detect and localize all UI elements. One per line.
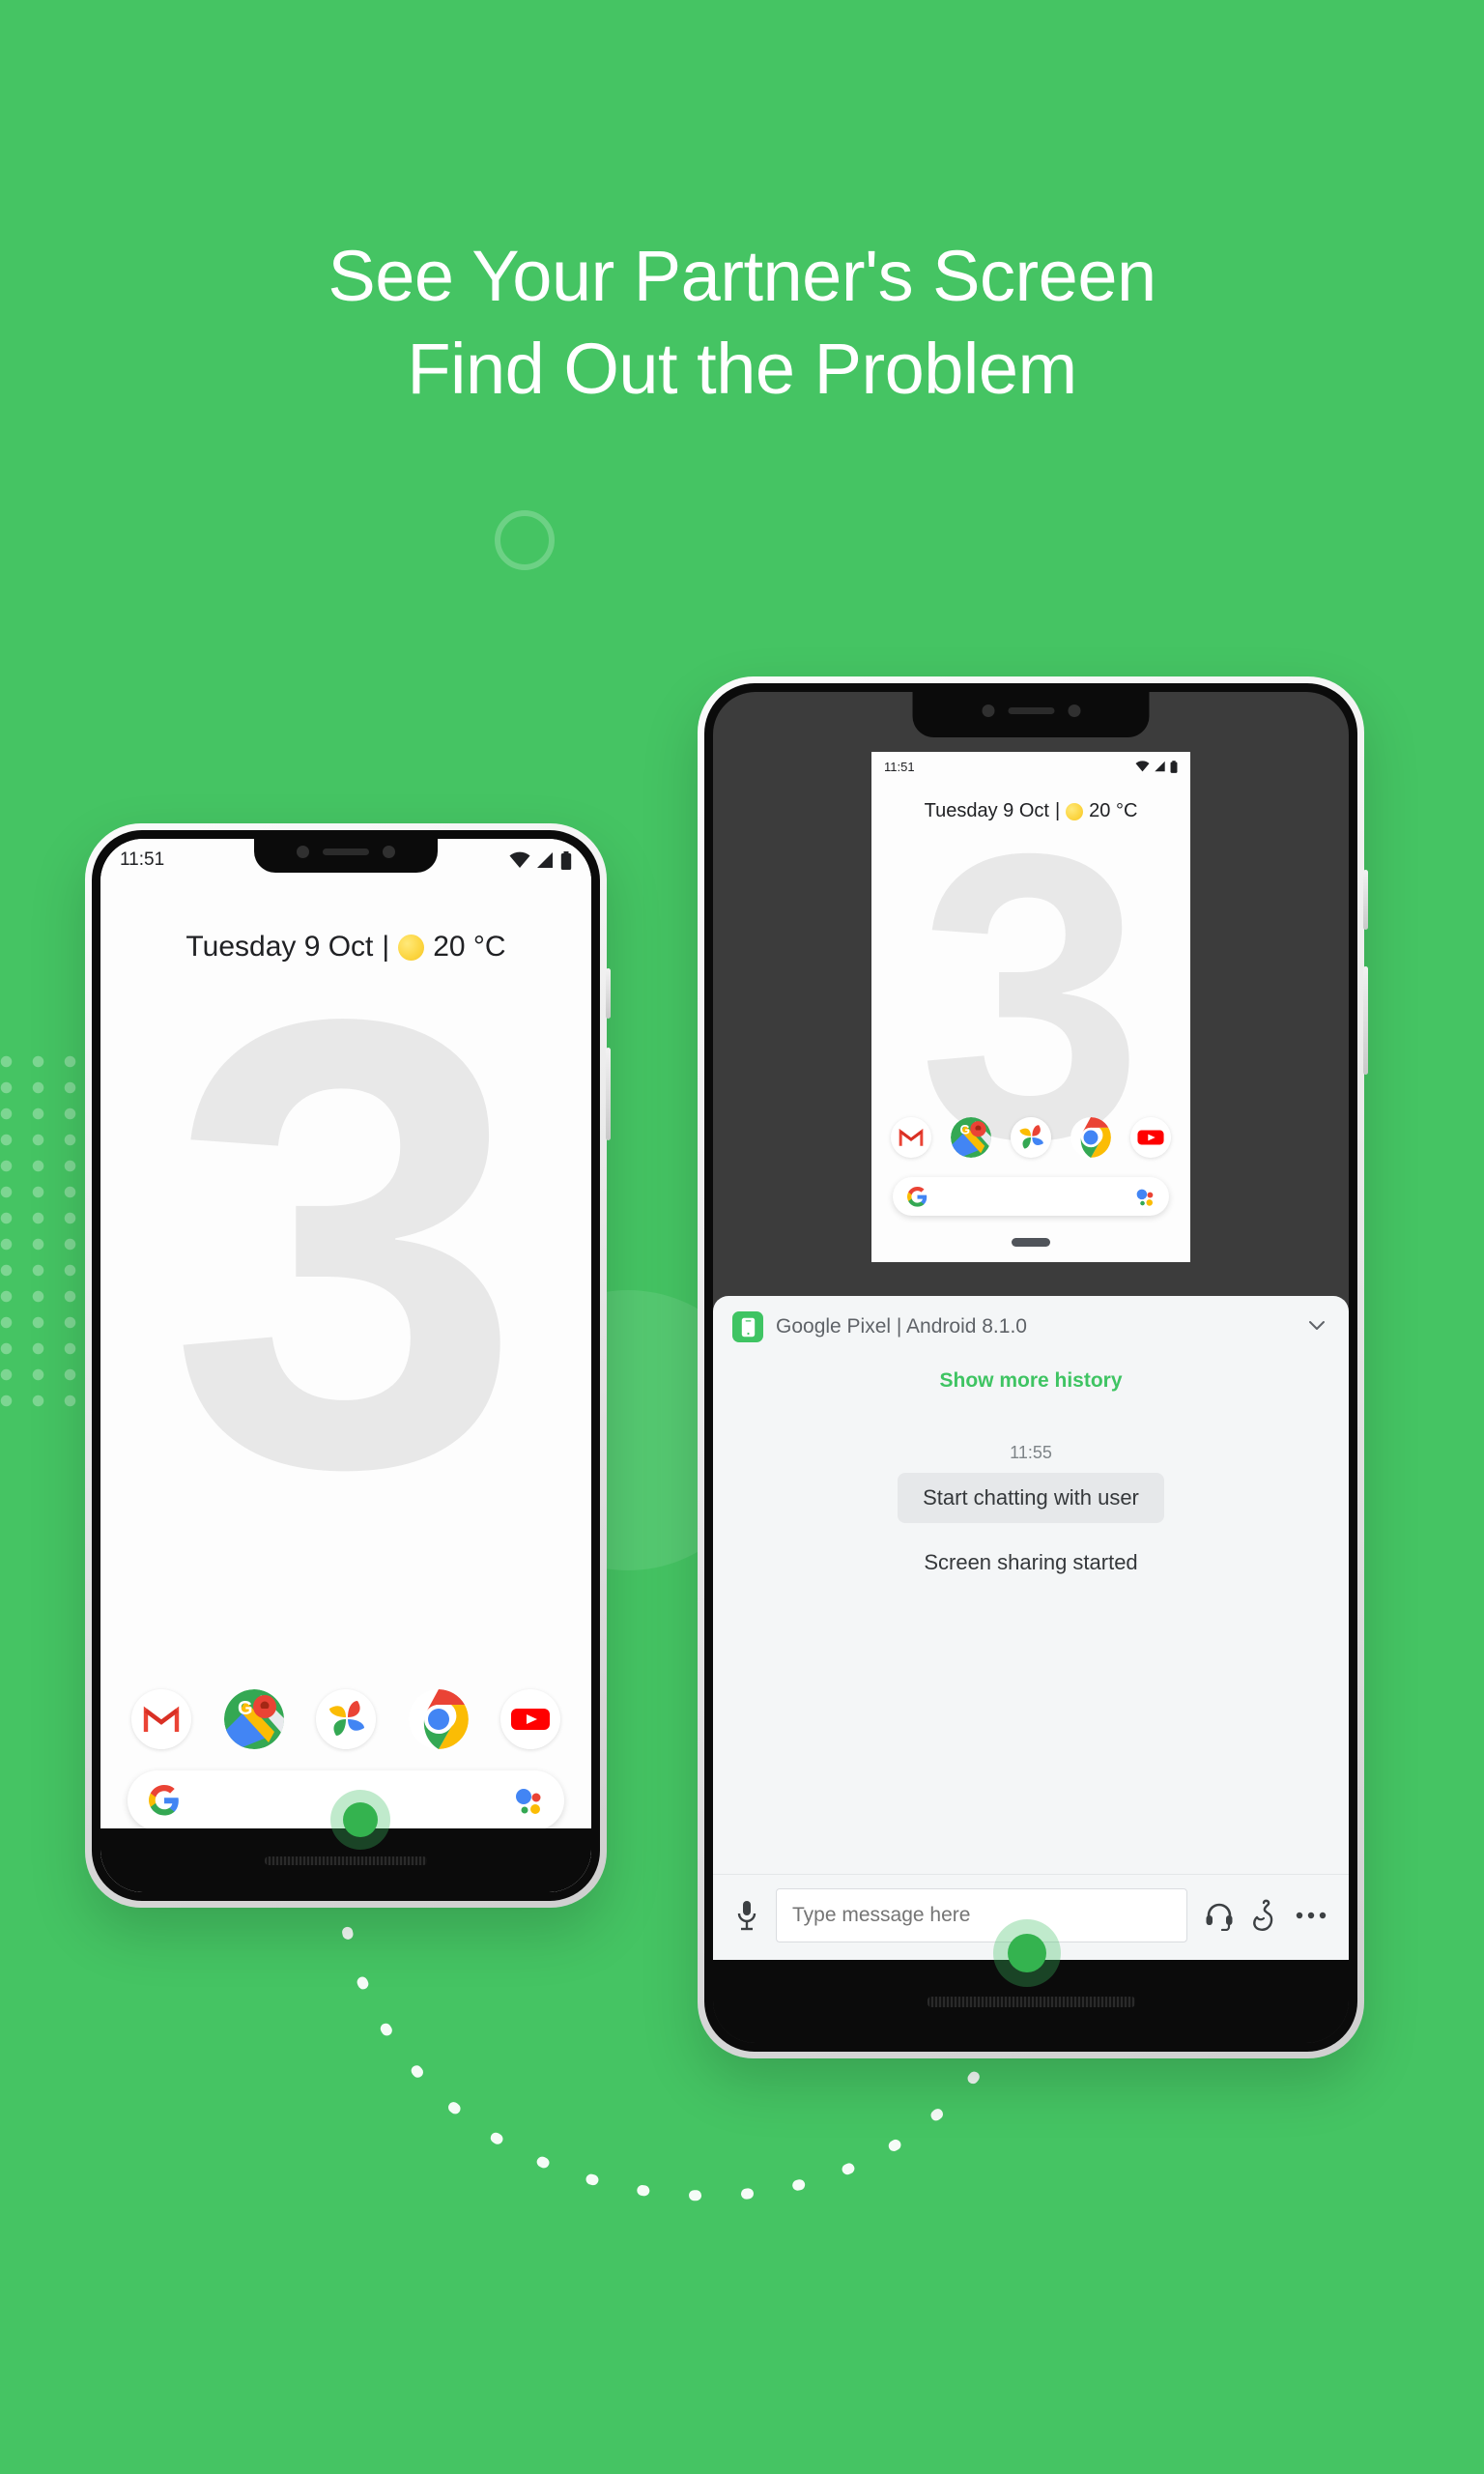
gmail-icon[interactable] (131, 1689, 191, 1749)
weather-separator-mirror: | (1054, 800, 1061, 821)
maps-icon[interactable]: G (951, 1117, 991, 1158)
wallpaper-numeral-mirror: 3 (918, 770, 1144, 1223)
ring-decoration (495, 510, 555, 570)
sun-icon (398, 934, 425, 961)
phone-left-device: 3 11:51 Tuesday 9 Oct | 20 °C G (85, 823, 611, 1908)
notch-left-phone (254, 830, 438, 873)
chevron-down-icon[interactable] (1304, 1312, 1329, 1342)
power-button-right-phone[interactable] (1363, 870, 1368, 930)
photos-icon[interactable] (316, 1689, 376, 1749)
touch-indicator-right (993, 1919, 1061, 1987)
chat-panel: Google Pixel | Android 8.1.0 Show more h… (713, 1296, 1349, 1960)
google-g-icon (149, 1785, 179, 1816)
earpiece-speaker-icon (1008, 706, 1054, 714)
hand-gesture-icon[interactable] (1251, 1899, 1278, 1932)
chrome-icon[interactable] (1070, 1117, 1111, 1158)
wifi-icon (1135, 761, 1150, 772)
wifi-icon (509, 851, 530, 868)
phone-right-bezel: 3 11:51 Tuesday 9 Oct | 20 °C G Google P… (704, 683, 1357, 2052)
google-search-bar-mirror[interactable] (893, 1177, 1169, 1216)
status-time-left: 11:51 (120, 849, 165, 870)
weather-date-mirror: Tuesday 9 Oct (924, 800, 1049, 821)
front-camera-secondary-icon (1068, 704, 1080, 717)
microphone-icon[interactable] (734, 1899, 759, 1932)
volume-button-right-phone[interactable] (1363, 966, 1368, 1075)
message-input[interactable] (776, 1888, 1187, 1942)
show-more-history-link[interactable]: Show more history (939, 1369, 1122, 1393)
mirrored-partner-screen: 3 11:51 Tuesday 9 Oct | 20 °C G (871, 752, 1190, 1262)
weather-separator-left: | (382, 931, 390, 963)
speaker-grille-left (265, 1856, 427, 1865)
app-dock-mirror: G (871, 1117, 1190, 1158)
status-icons-left (509, 850, 572, 870)
chat-timestamp: 11:55 (1010, 1443, 1052, 1462)
google-assistant-icon (516, 1789, 541, 1814)
battery-icon (1170, 760, 1178, 773)
power-button-left-phone[interactable] (606, 968, 611, 1019)
home-indicator-mirror[interactable] (1012, 1238, 1050, 1247)
status-time-mirror: 11:51 (884, 759, 915, 774)
chat-message-bubble[interactable]: Start chatting with user (898, 1473, 1164, 1523)
chat-device-label: Google Pixel | Android 8.1.0 (776, 1315, 1027, 1338)
signal-icon (537, 852, 553, 868)
sun-icon (1066, 802, 1084, 820)
chat-status-message: Screen sharing started (924, 1550, 1138, 1574)
chat-header: Google Pixel | Android 8.1.0 (713, 1296, 1349, 1352)
chat-message-list: Show more history 11:55 Start chatting w… (713, 1352, 1349, 1874)
app-dock-left: G (100, 1689, 591, 1749)
notch-right-phone (912, 683, 1150, 737)
android-home-screen-mirror: 3 11:51 Tuesday 9 Oct | 20 °C G (871, 752, 1190, 1262)
google-assistant-icon (1136, 1189, 1154, 1206)
front-camera-secondary-icon (383, 845, 395, 858)
headline-line-1: See Your Partner's Screen (328, 236, 1156, 316)
front-camera-icon (982, 704, 994, 717)
speaker-grille-right (927, 1996, 1135, 2007)
volume-button-left-phone[interactable] (606, 1048, 611, 1140)
headline-line-2: Find Out the Problem (407, 329, 1077, 410)
chrome-icon[interactable] (408, 1689, 469, 1749)
weather-widget-mirror: Tuesday 9 Oct | 20 °C (871, 800, 1190, 822)
weather-temperature-mirror: 20 °C (1089, 800, 1138, 821)
weather-date-left: Tuesday 9 Oct (186, 931, 374, 963)
maps-icon[interactable]: G (223, 1689, 284, 1749)
svg-text:G: G (238, 1698, 253, 1719)
android-home-screen-left: 3 11:51 Tuesday 9 Oct | 20 °C G (100, 839, 591, 1892)
earpiece-speaker-icon (323, 848, 369, 855)
youtube-icon[interactable] (1130, 1117, 1171, 1158)
youtube-icon[interactable] (500, 1689, 560, 1749)
google-g-icon (907, 1186, 928, 1207)
status-icons-mirror (1135, 760, 1178, 773)
phone-left-screen: 3 11:51 Tuesday 9 Oct | 20 °C G (100, 839, 591, 1892)
phone-right-device: 3 11:51 Tuesday 9 Oct | 20 °C G Google P… (698, 676, 1368, 2058)
battery-icon (560, 850, 572, 870)
more-options-icon[interactable] (1295, 1910, 1327, 1921)
phone-device-icon (732, 1311, 763, 1342)
gmail-icon[interactable] (891, 1117, 931, 1158)
weather-widget-left[interactable]: Tuesday 9 Oct | 20 °C (100, 931, 591, 964)
weather-temperature-left: 20 °C (433, 931, 506, 963)
phone-left-bezel: 3 11:51 Tuesday 9 Oct | 20 °C G (92, 830, 600, 1901)
status-bar-mirror: 11:51 (871, 752, 1190, 781)
touch-indicator-left (330, 1790, 390, 1850)
svg-text:G: G (959, 1123, 970, 1137)
page-headline: See Your Partner's Screen Find Out the P… (0, 230, 1484, 416)
wallpaper-numeral-left: 3 (168, 887, 524, 1599)
phone-right-screen: 3 11:51 Tuesday 9 Oct | 20 °C G Google P… (713, 692, 1349, 2043)
signal-icon (1155, 761, 1165, 772)
photos-icon[interactable] (1011, 1117, 1051, 1158)
front-camera-icon (297, 845, 309, 858)
headset-icon[interactable] (1204, 1900, 1235, 1931)
